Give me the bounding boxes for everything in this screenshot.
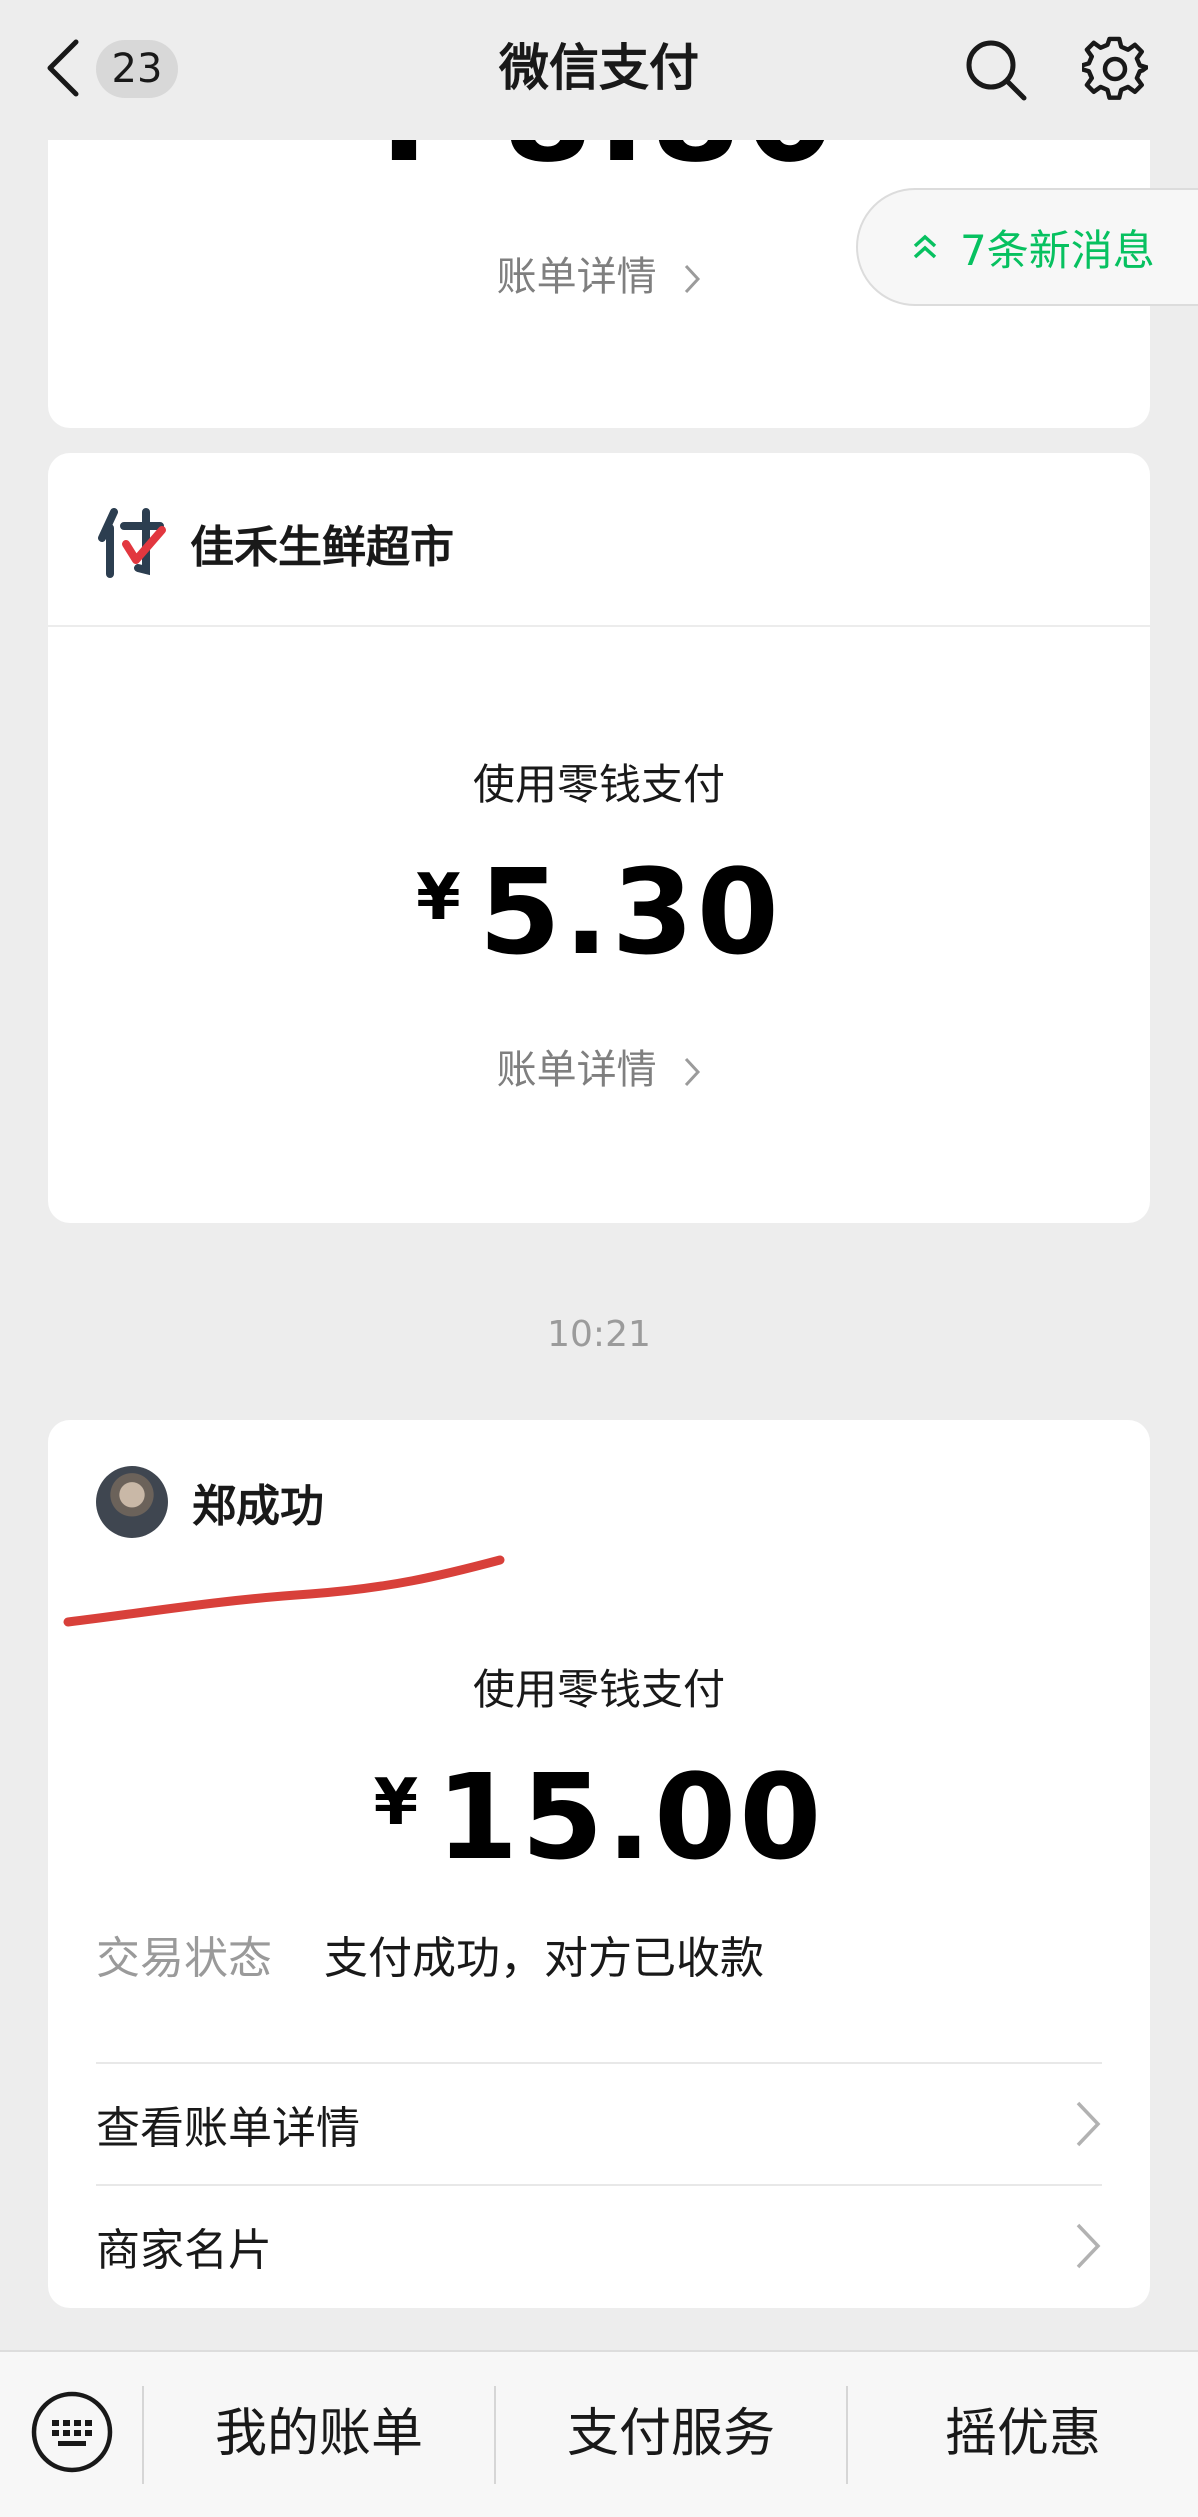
bill-details-link[interactable]: 账单详情 [48, 1037, 1150, 1095]
merchant-name: 佳禾生鲜超市 [190, 522, 454, 573]
pay-method-label: 使用零钱支付 [472, 760, 725, 809]
new-messages-label: 7条新消息 [960, 225, 1155, 275]
payment-amount: ¥5.30 [48, 843, 1150, 981]
row-label: 查看账单详情 [96, 2103, 360, 2154]
double-chevron-up-icon [913, 234, 937, 259]
amount-value: 5.30 [478, 843, 782, 981]
wechat-pay-logo-icon [98, 508, 166, 578]
bill-details-label: 账单详情 [496, 1047, 657, 1093]
menu-my-bills[interactable]: 我的账单 [144, 2352, 494, 2517]
status-label: 交易状态 [96, 1933, 272, 1984]
keyboard-icon[interactable] [30, 2390, 114, 2474]
red-underline-annotation [63, 1555, 505, 1627]
chevron-right-icon [685, 264, 701, 294]
bill-details-label: 账单详情 [496, 254, 657, 300]
pay-method-label: 使用零钱支付 [472, 1665, 725, 1714]
chevron-right-icon [1076, 2101, 1101, 2147]
avatar [96, 1466, 168, 1538]
merchant-header: 佳禾生鲜超市 [96, 503, 454, 583]
currency-symbol: ¥ [373, 1766, 419, 1840]
currency-symbol: ¥ [416, 861, 461, 935]
message-timestamp: 10:21 [547, 1314, 651, 1355]
merchant-card-row[interactable]: 商家名片 [96, 2184, 1102, 2306]
chevron-right-icon [1076, 2223, 1101, 2269]
payee-name: 郑成功 [192, 1481, 324, 1532]
view-bill-details-row[interactable]: 查看账单详情 [96, 2062, 1102, 2184]
payment-card-jiahe[interactable]: 佳禾生鲜超市 使用零钱支付 ¥5.30 账单详情 [48, 453, 1150, 1223]
menu-shake-offers[interactable]: 摇优惠 [848, 2352, 1198, 2517]
nav-header: 23 微信支付 [0, 0, 1198, 140]
menu-payment-services[interactable]: 支付服务 [496, 2352, 846, 2517]
row-label: 商家名片 [96, 2225, 272, 2276]
search-icon[interactable] [962, 36, 1028, 102]
bottom-menu-bar: 我的账单 支付服务 摇优惠 [0, 2350, 1198, 2517]
payment-amount: ¥15.00 [48, 1748, 1150, 1886]
gear-icon[interactable] [1082, 36, 1148, 102]
status-value: 支付成功，对方已收款 [324, 1933, 764, 1984]
new-messages-pill[interactable]: 7条新消息 [856, 188, 1198, 306]
divider [48, 625, 1150, 627]
chevron-right-icon [685, 1057, 701, 1087]
amount-value: 15.00 [436, 1748, 825, 1886]
transaction-status: 交易状态 支付成功，对方已收款 [96, 1922, 764, 1986]
